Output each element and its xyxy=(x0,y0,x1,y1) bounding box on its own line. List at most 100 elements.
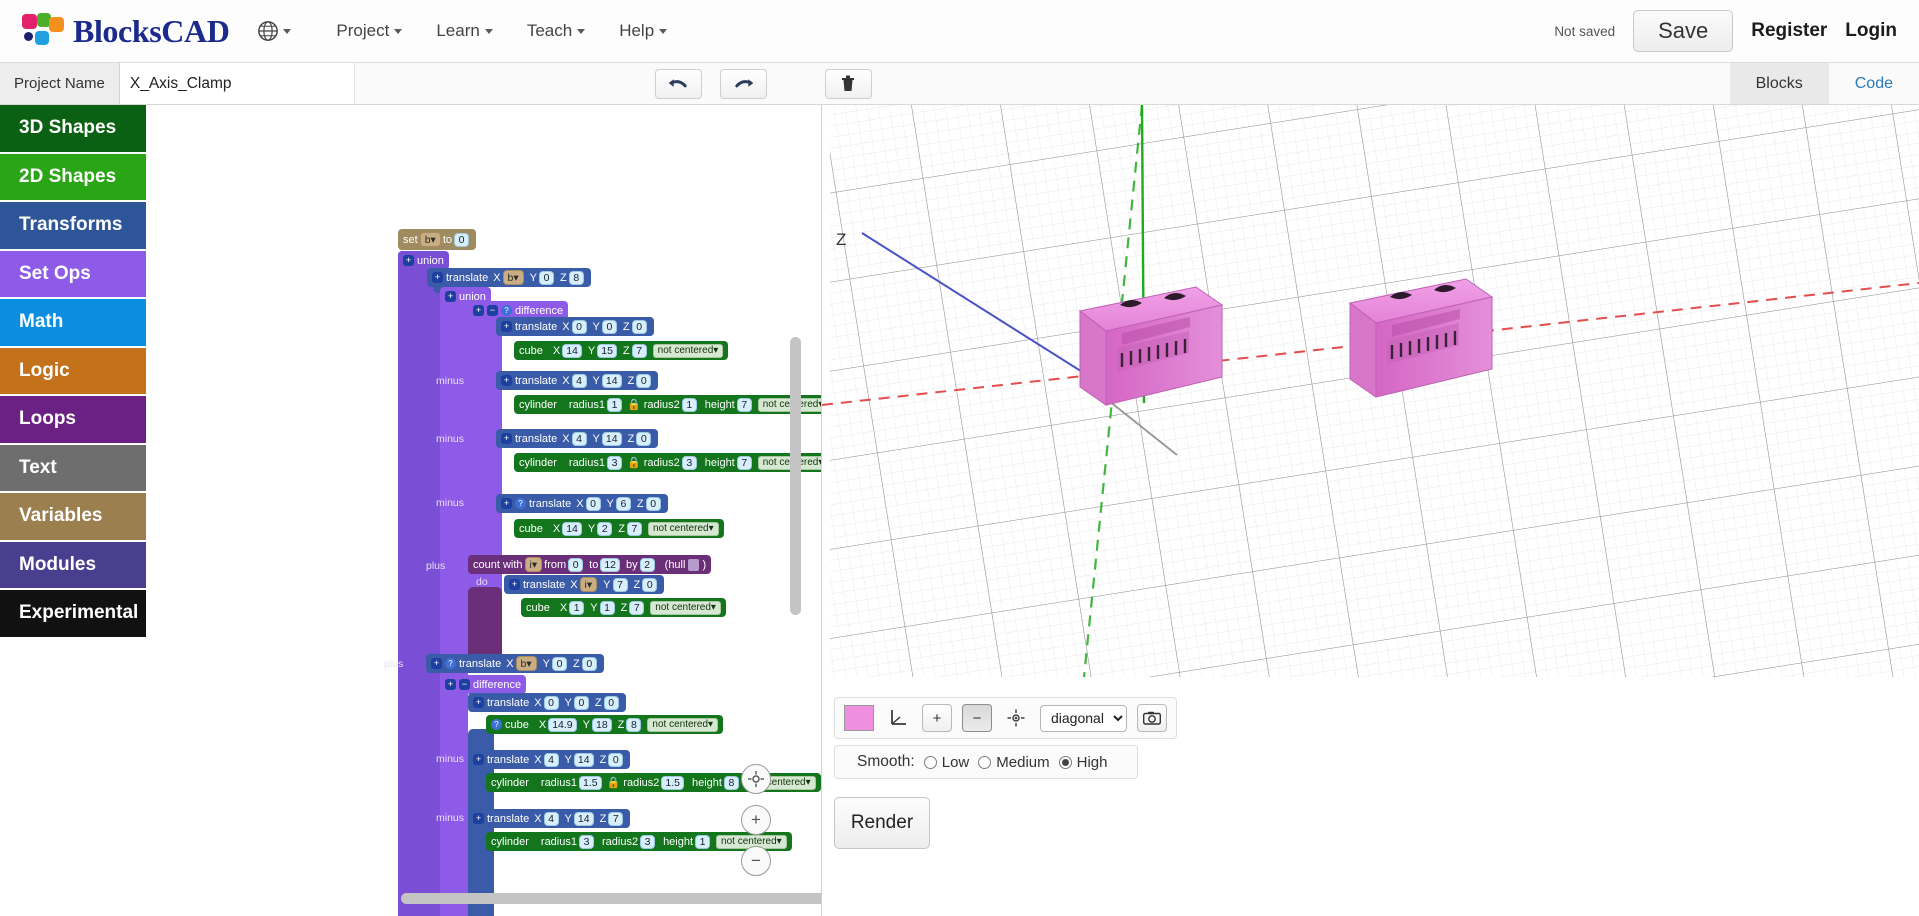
block-cube-3[interactable]: ? cube X 14.9 Y 18 Z 8 not centered ▾ xyxy=(486,715,724,734)
help-icon[interactable]: ? xyxy=(445,658,456,669)
translate-z-field[interactable]: 0 xyxy=(603,695,619,710)
app-logo[interactable]: BlocksCAD xyxy=(22,13,230,50)
expand-icon[interactable]: + xyxy=(445,679,456,690)
set-value-field[interactable]: 0 xyxy=(454,232,469,247)
radius1-field[interactable]: 1.5 xyxy=(578,775,602,790)
sidebar-item-set-ops[interactable]: Set Ops xyxy=(0,250,146,299)
expand-icon[interactable]: + xyxy=(432,272,443,283)
centered-dropdown[interactable]: not centered ▾ xyxy=(647,521,719,536)
block-count-with[interactable]: count with i ▾ from 0 to 12 by 2 (hull ) xyxy=(468,555,712,574)
translate-x-field[interactable]: 0 xyxy=(543,695,559,710)
radius2-field[interactable]: 3 xyxy=(681,455,697,470)
sidebar-item-transforms[interactable]: Transforms xyxy=(0,202,146,251)
block-cylinder-1[interactable]: cylinder radius1 1 🔒 radius2 1 height 7 … xyxy=(514,395,821,414)
expand-icon[interactable]: + xyxy=(431,658,442,669)
block-translate-7[interactable]: + translate X 4 Y 14 Z 7 xyxy=(468,809,631,828)
translate-z-field[interactable]: 0 xyxy=(608,752,624,767)
sidebar-item-variables[interactable]: Variables xyxy=(0,493,146,542)
radius1-field[interactable]: 1 xyxy=(606,397,622,412)
nav-item-project[interactable]: Project xyxy=(319,13,419,49)
sidebar-item-3d-shapes[interactable]: 3D Shapes xyxy=(0,105,146,154)
register-link[interactable]: Register xyxy=(1751,20,1827,42)
block-cube-loop[interactable]: cube X 1 Y 1 Z 7 not centered ▾ xyxy=(521,598,726,617)
radius2-field[interactable]: 3 xyxy=(640,834,656,849)
radio-high[interactable] xyxy=(1058,755,1072,769)
block-difference-2[interactable]: + − difference xyxy=(440,675,527,694)
translate-x-field[interactable]: 0 xyxy=(571,319,587,334)
lock-icon[interactable]: 🔒 xyxy=(607,776,621,789)
cube-y-field[interactable]: 2 xyxy=(597,521,613,536)
color-swatch[interactable] xyxy=(844,705,874,731)
smooth-option-medium[interactable]: Medium xyxy=(978,754,1050,771)
translate-x-field[interactable]: 4 xyxy=(543,811,559,826)
count-to-field[interactable]: 12 xyxy=(600,557,621,572)
expand-icon[interactable]: + xyxy=(445,291,456,302)
expand-icon[interactable]: + xyxy=(509,579,520,590)
collapse-icon[interactable]: − xyxy=(487,305,498,316)
translate-y-field[interactable]: 14 xyxy=(601,431,622,446)
translate-z-field[interactable]: 0 xyxy=(642,577,658,592)
view-angle-select[interactable]: diagonal xyxy=(1040,704,1127,732)
cube-z-field[interactable]: 7 xyxy=(629,600,645,615)
zoom-in-button[interactable]: + xyxy=(922,704,952,732)
login-link[interactable]: Login xyxy=(1845,20,1897,42)
expand-icon[interactable]: + xyxy=(501,433,512,444)
cube-y-field[interactable]: 18 xyxy=(591,717,612,732)
block-translate-4[interactable]: + ? translate X 0 Y 6 Z 0 xyxy=(496,494,668,513)
sidebar-item-text[interactable]: Text xyxy=(0,444,146,493)
centered-dropdown[interactable]: not centered ▾ xyxy=(650,600,721,615)
tab-code[interactable]: Code xyxy=(1829,63,1919,104)
block-translate-b2[interactable]: + ? translate X b ▾ Y 0 Z 0 xyxy=(426,654,604,673)
variable-dropdown-b[interactable]: b ▾ xyxy=(515,656,537,671)
help-icon[interactable]: ? xyxy=(501,305,512,316)
radio-low[interactable] xyxy=(923,755,937,769)
count-by-field[interactable]: 2 xyxy=(639,557,655,572)
translate-y-field[interactable]: 14 xyxy=(573,811,594,826)
sidebar-item-math[interactable]: Math xyxy=(0,299,146,348)
3d-scene[interactable]: Z xyxy=(822,105,1919,677)
help-icon[interactable]: ? xyxy=(515,498,526,509)
height-field[interactable]: 1 xyxy=(695,834,711,849)
workspace-vertical-scrollbar[interactable] xyxy=(790,337,801,615)
recenter-button[interactable] xyxy=(1002,704,1030,732)
cube-x-field[interactable]: 1 xyxy=(569,600,585,615)
radius1-field[interactable]: 3 xyxy=(578,834,594,849)
loop-variable-dropdown-i[interactable]: i ▾ xyxy=(524,557,543,572)
translate-y-field[interactable]: 14 xyxy=(601,373,622,388)
translate-z-field[interactable]: 0 xyxy=(645,496,661,511)
block-cube-1[interactable]: cube X 14 Y 15 Z 7 not centered ▾ xyxy=(514,341,729,360)
zoom-out-button[interactable]: − xyxy=(962,704,992,732)
cube-x-field[interactable]: 14 xyxy=(562,521,582,536)
translate-z-field[interactable]: 0 xyxy=(636,431,652,446)
project-name-input[interactable] xyxy=(119,63,355,104)
count-from-field[interactable]: 0 xyxy=(568,557,584,572)
height-field[interactable]: 7 xyxy=(736,455,752,470)
expand-icon[interactable]: + xyxy=(501,321,512,332)
block-cylinder-2[interactable]: cylinder radius1 3 🔒 radius2 3 height 7 … xyxy=(514,453,821,472)
block-translate-loop[interactable]: + translate X i ▾ Y 7 Z 0 xyxy=(504,575,665,594)
expand-icon[interactable]: + xyxy=(403,255,414,266)
lock-icon[interactable]: 🔒 xyxy=(627,456,641,469)
tab-blocks[interactable]: Blocks xyxy=(1729,63,1829,104)
cube-x-field[interactable]: 14 xyxy=(562,343,582,358)
expand-icon[interactable]: + xyxy=(473,305,484,316)
language-globe-button[interactable] xyxy=(257,20,292,42)
translate-y-field[interactable]: 0 xyxy=(601,319,617,334)
sidebar-item-logic[interactable]: Logic xyxy=(0,347,146,396)
redo-button[interactable] xyxy=(719,68,767,99)
radius2-field[interactable]: 1 xyxy=(681,397,697,412)
translate-z-field[interactable]: 7 xyxy=(608,811,624,826)
variable-dropdown-b[interactable]: b ▾ xyxy=(419,232,441,247)
screenshot-button[interactable] xyxy=(1137,704,1167,732)
translate-z-field[interactable]: 0 xyxy=(581,656,597,671)
expand-icon[interactable]: + xyxy=(501,375,512,386)
translate-y-field[interactable]: 6 xyxy=(615,496,631,511)
translate-y-field[interactable]: 0 xyxy=(573,695,589,710)
block-translate-1[interactable]: + translate X 0 Y 0 Z 0 xyxy=(496,317,654,336)
sidebar-item-2d-shapes[interactable]: 2D Shapes xyxy=(0,153,146,202)
translate-y-field[interactable]: 0 xyxy=(539,270,555,285)
nav-item-teach[interactable]: Teach xyxy=(510,13,602,49)
variable-dropdown-i[interactable]: i ▾ xyxy=(579,577,598,592)
smooth-option-low[interactable]: Low xyxy=(923,754,969,771)
cube-z-field[interactable]: 7 xyxy=(626,521,642,536)
